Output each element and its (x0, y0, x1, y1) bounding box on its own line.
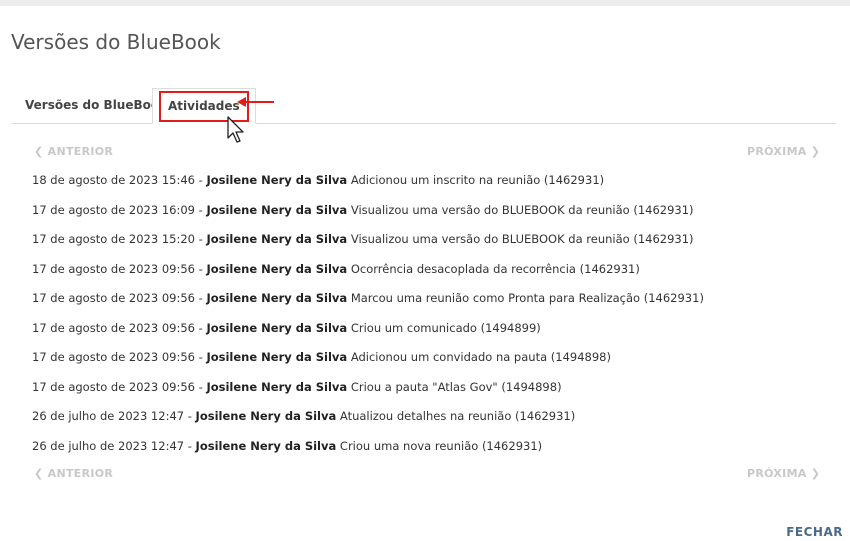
close-button[interactable]: FECHAR (786, 525, 843, 539)
list-item: 17 de agosto de 2023 09:56 - Josilene Ne… (32, 379, 562, 394)
activity-list: 18 de agosto de 2023 15:46 - Josilene Ne… (32, 171, 704, 466)
previous-label: ANTERIOR (47, 145, 114, 158)
next-label: PRÓXIMA (747, 467, 807, 480)
next-label: PRÓXIMA (747, 145, 807, 158)
chevron-left-icon: ❮ (34, 145, 44, 158)
chevron-left-icon: ❮ (34, 467, 44, 480)
next-button-bottom[interactable]: PRÓXIMA ❯ (747, 467, 820, 480)
dialog-title: Versões do BlueBook (11, 30, 221, 54)
chevron-right-icon: ❯ (810, 467, 821, 480)
list-item: 17 de agosto de 2023 09:56 - Josilene Ne… (32, 350, 611, 364)
list-item: 17 de agosto de 2023 09:56 - Josilene Ne… (32, 291, 704, 305)
previous-button-top[interactable]: ❮ ANTERIOR (34, 145, 113, 158)
tab-versions-label: Versões do BlueBook (25, 98, 168, 112)
top-strip (0, 0, 850, 6)
list-item: 17 de agosto de 2023 09:56 - Josilene Ne… (32, 261, 640, 276)
list-item: 18 de agosto de 2023 15:46 - Josilene Ne… (32, 173, 605, 187)
list-item: 17 de agosto de 2023 09:56 - Josilene Ne… (32, 320, 541, 335)
next-button-top[interactable]: PRÓXIMA ❯ (747, 145, 820, 158)
previous-button-bottom[interactable]: ❮ ANTERIOR (34, 467, 113, 480)
list-item: 26 de julho de 2023 12:47 - Josilene Ner… (32, 438, 543, 453)
mouse-pointer-icon (227, 116, 244, 143)
list-item: 17 de agosto de 2023 15:20 - Josilene Ne… (32, 232, 694, 246)
chevron-right-icon: ❯ (810, 145, 821, 158)
list-item: 17 de agosto de 2023 16:09 - Josilene Ne… (32, 202, 694, 217)
tab-bar: Versões do BlueBook Atividades (11, 88, 836, 124)
previous-label: ANTERIOR (47, 467, 114, 480)
list-item: 26 de julho de 2023 12:47 - Josilene Ner… (32, 409, 576, 423)
red-arrow-icon (237, 97, 274, 107)
